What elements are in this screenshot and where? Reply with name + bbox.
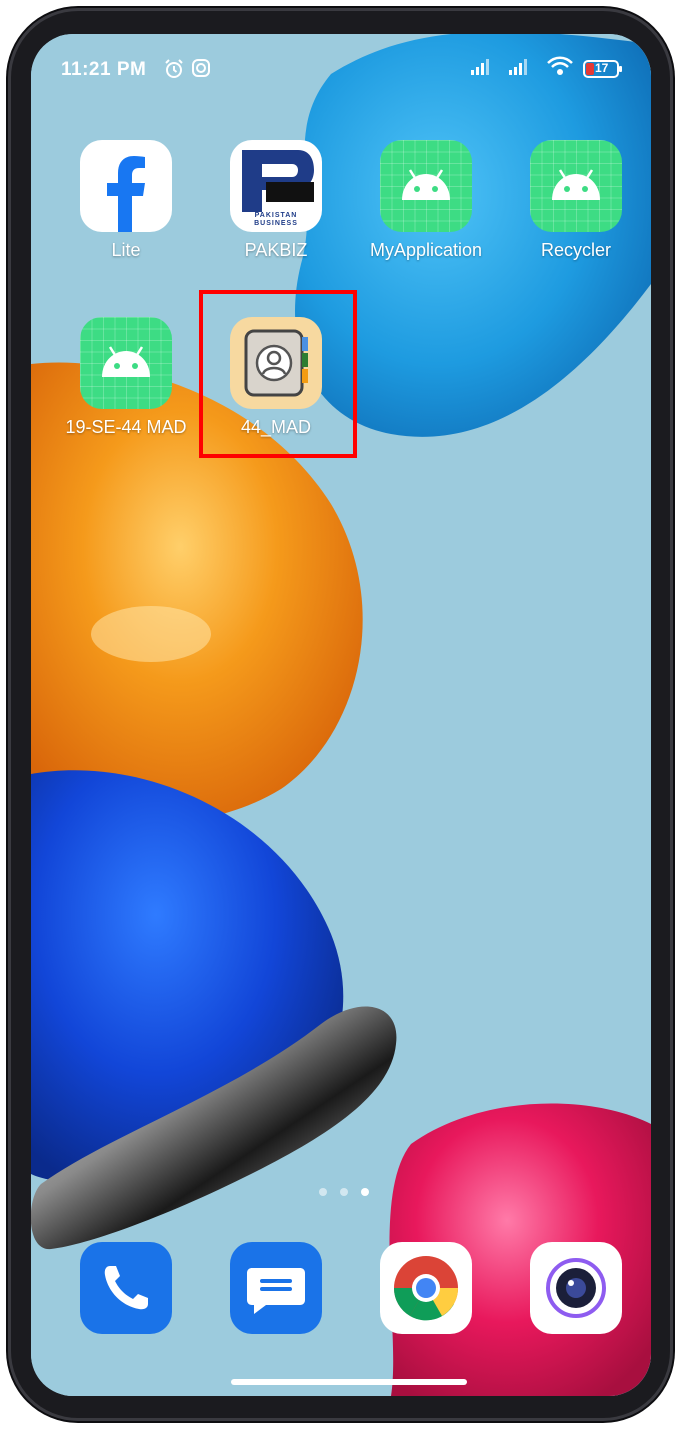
home-screen: 11:21 PM 17 Lite PAKISTAN BUSINESS PAKBI… xyxy=(31,34,651,1396)
app-label: MyApplication xyxy=(369,240,483,260)
dock-camera[interactable] xyxy=(501,1242,651,1334)
wifi-icon xyxy=(547,56,573,82)
app-recycler[interactable]: Recycler xyxy=(501,140,651,261)
app-pakbiz[interactable]: PAKISTAN BUSINESS PAKBIZ xyxy=(201,140,351,261)
instagram-icon xyxy=(191,58,211,84)
dock-chrome[interactable] xyxy=(351,1242,501,1334)
status-time: 11:21 PM xyxy=(61,59,147,80)
home-gesture-bar[interactable] xyxy=(231,1379,467,1385)
app-myapplication[interactable]: MyApplication xyxy=(351,140,501,261)
app-label: PAKBIZ xyxy=(244,240,308,260)
app-lite[interactable]: Lite xyxy=(51,140,201,261)
page-dot xyxy=(340,1188,348,1196)
app-label: Lite xyxy=(111,240,141,260)
facebook-lite-icon xyxy=(80,140,172,232)
status-bar: 11:21 PM 17 xyxy=(31,34,651,104)
page-indicator xyxy=(319,1188,369,1196)
dock-phone[interactable] xyxy=(51,1242,201,1334)
camera-icon xyxy=(530,1242,622,1334)
alarm-icon xyxy=(163,58,185,86)
phone-icon xyxy=(80,1242,172,1334)
pakbiz-logo-text: PAKISTAN BUSINESS xyxy=(254,212,298,227)
messages-icon xyxy=(230,1242,322,1334)
signal-icon xyxy=(471,57,499,81)
dock-messages[interactable] xyxy=(201,1242,351,1334)
app-label: 19-SE-44 MAD xyxy=(65,417,187,437)
app-19-se-44-mad[interactable]: 19-SE-44 MAD xyxy=(51,317,201,438)
battery-level: 17 xyxy=(595,61,609,75)
android-icon xyxy=(530,140,622,232)
highlight-box xyxy=(199,290,357,458)
battery-icon: 17 xyxy=(583,60,623,78)
pakbiz-icon: PAKISTAN BUSINESS xyxy=(230,140,322,232)
signal-icon xyxy=(509,57,537,81)
android-icon xyxy=(80,317,172,409)
page-dot xyxy=(319,1188,327,1196)
android-icon xyxy=(380,140,472,232)
chrome-icon xyxy=(380,1242,472,1334)
app-label: Recycler xyxy=(540,240,611,260)
page-dot-active xyxy=(361,1188,369,1196)
